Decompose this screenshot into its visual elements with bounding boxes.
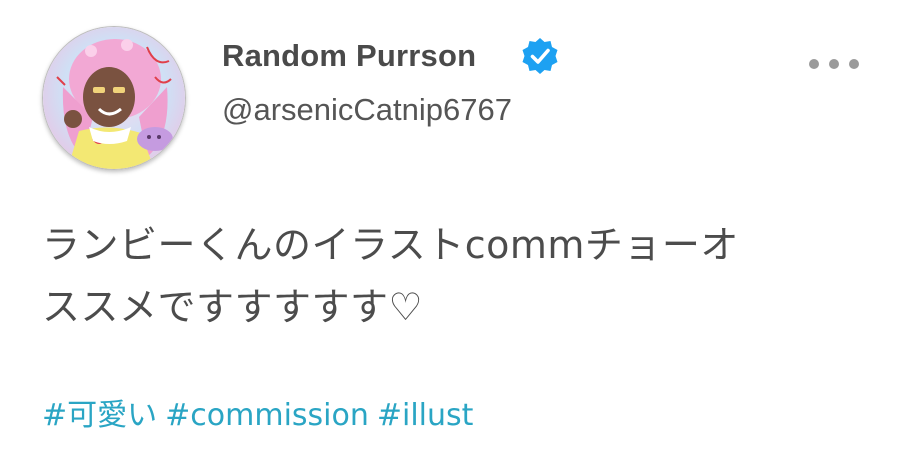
display-name[interactable]: Random Purrson — [222, 38, 476, 74]
hashtag-list: #可愛い #commission #illust — [42, 390, 481, 434]
tweet-text: ランビーくんのイラストcommチョーオ ススメですすすすす♡ — [42, 214, 842, 338]
avatar[interactable] — [42, 26, 186, 170]
hashtag-link[interactable]: #illust — [377, 398, 474, 433]
hashtag-link[interactable]: #可愛い — [42, 398, 157, 433]
more-options-icon[interactable] — [806, 56, 866, 72]
tweet-text-line-2: ススメですすすすす♡ — [42, 285, 424, 329]
tweet-card: Random Purrson @arsenicCatnip6767 ランビーくん… — [0, 0, 900, 467]
verified-badge-icon — [520, 36, 560, 76]
user-handle[interactable]: @arsenicCatnip6767 — [222, 92, 512, 128]
hashtag-link[interactable]: #commission — [165, 398, 369, 433]
tweet-text-line-1: ランビーくんのイラストcommチョーオ — [42, 223, 739, 267]
